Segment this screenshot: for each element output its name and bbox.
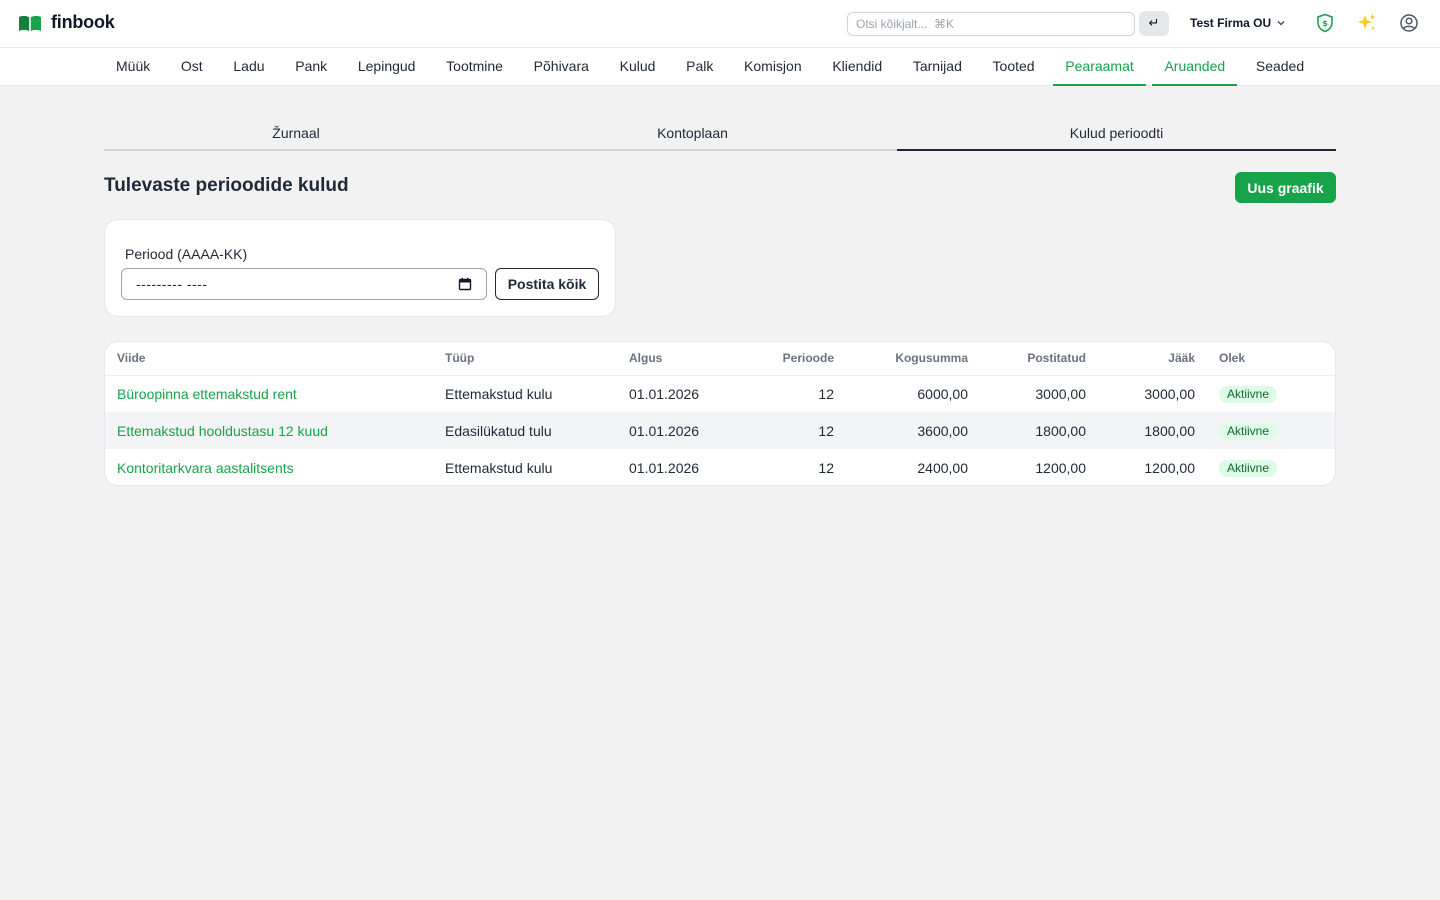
cell-type: Edasilükatud tulu — [445, 422, 552, 439]
nav-item-seaded[interactable]: Seaded — [1244, 48, 1316, 86]
cell-total: 6000,00 — [917, 385, 968, 402]
nav-item-muuk[interactable]: Müük — [104, 48, 162, 86]
tab-kontoplaan[interactable]: Kontoplaan — [488, 118, 897, 151]
nav-item-ladu[interactable]: Ladu — [221, 48, 276, 86]
calendar-icon[interactable] — [458, 277, 472, 291]
column-header-ref[interactable]: Viide — [105, 342, 433, 376]
svg-text:$: $ — [1322, 19, 1328, 28]
open-book-icon — [19, 15, 41, 31]
cell-posted: 3000,00 — [1035, 385, 1086, 402]
post-all-button[interactable]: Postita kõik — [495, 268, 599, 300]
cell-periods: 12 — [818, 385, 834, 402]
cell-total: 2400,00 — [917, 459, 968, 476]
nav-item-tooted[interactable]: Tooted — [981, 48, 1047, 86]
tab-kulud-perioodi[interactable]: Kulud perioodti — [897, 118, 1336, 151]
table-row[interactable]: Ettemakstud hooldustasu 12 kuud Edasilük… — [105, 412, 1335, 449]
cell-posted: 1200,00 — [1035, 459, 1086, 476]
column-header-type[interactable]: Tüüp — [433, 342, 617, 376]
status-badge: Aktiivne — [1219, 385, 1278, 403]
status-badge: Aktiivne — [1219, 422, 1278, 440]
column-header-total[interactable]: Kogusumma — [846, 342, 980, 376]
cell-remaining: 1800,00 — [1144, 422, 1195, 439]
cell-remaining: 1200,00 — [1144, 459, 1195, 476]
new-schedule-button[interactable]: Uus graafik — [1235, 172, 1336, 203]
nav-item-pohivara[interactable]: Põhivara — [522, 48, 601, 86]
period-label: Periood (AAAA-KK) — [125, 246, 248, 262]
nav-item-tootmine[interactable]: Tootmine — [434, 48, 515, 86]
table-row[interactable]: Kontoritarkvara aastalitsents Ettemakstu… — [105, 449, 1335, 485]
sparkles-icon[interactable] — [1356, 12, 1378, 34]
shield-dollar-icon[interactable]: $ — [1314, 12, 1336, 34]
nav-item-kulud[interactable]: Kulud — [608, 48, 668, 86]
status-badge: Aktiivne — [1219, 459, 1278, 477]
global-search-input[interactable] — [847, 12, 1135, 36]
schedules-table: Viide Tüüp Algus Perioode Kogusumma Post… — [105, 342, 1335, 485]
column-header-posted[interactable]: Postitatud — [980, 342, 1098, 376]
main-nav-items: Müük Ost Ladu Pank Lepingud Tootmine Põh… — [104, 48, 1323, 86]
nav-item-pank[interactable]: Pank — [283, 48, 339, 86]
cell-type: Ettemakstud kulu — [445, 459, 553, 476]
main-nav: Müük Ost Ladu Pank Lepingud Tootmine Põh… — [0, 48, 1440, 86]
schedule-ref-link[interactable]: Büroopinna ettemakstud rent — [117, 386, 297, 402]
app-name: finbook — [51, 12, 115, 32]
cell-start: 01.01.2026 — [629, 459, 700, 476]
top-bar: finbook ↵ Test Firma OU $ — [0, 0, 1440, 48]
period-month-input[interactable]: --------- ---- — [121, 268, 487, 300]
period-filter-card: Periood (AAAA-KK) --------- ---- Postita… — [104, 219, 616, 317]
schedule-ref-link[interactable]: Kontoritarkvara aastalitsents — [117, 460, 294, 476]
user-circle-icon[interactable] — [1398, 12, 1420, 34]
page-title: Tulevaste perioodide kulud — [104, 175, 349, 196]
tab-zurnaal[interactable]: Žurnaal — [104, 118, 488, 151]
nav-item-aruanded[interactable]: Aruanded — [1152, 48, 1238, 86]
nav-item-pearaamat[interactable]: Pearaamat — [1053, 48, 1146, 86]
chevron-down-icon — [1277, 21, 1285, 26]
nav-item-palk[interactable]: Palk — [674, 48, 725, 86]
company-name: Test Firma OU — [1190, 16, 1272, 30]
search-submit-button[interactable]: ↵ — [1139, 11, 1169, 36]
cell-total: 3600,00 — [917, 422, 968, 439]
company-switcher[interactable]: Test Firma OU — [1190, 16, 1286, 30]
ledger-tabs: Žurnaal Kontoplaan Kulud perioodti — [104, 118, 1336, 151]
column-header-start[interactable]: Algus — [617, 342, 727, 376]
schedule-ref-link[interactable]: Ettemakstud hooldustasu 12 kuud — [117, 423, 328, 439]
cell-remaining: 3000,00 — [1144, 385, 1195, 402]
nav-item-ost[interactable]: Ost — [169, 48, 215, 86]
cell-start: 01.01.2026 — [629, 385, 700, 402]
nav-item-komisjon[interactable]: Komisjon — [732, 48, 814, 86]
table-row[interactable]: Büroopinna ettemakstud rent Ettemakstud … — [105, 375, 1335, 412]
cell-start: 01.01.2026 — [629, 422, 700, 439]
table-header-row: Viide Tüüp Algus Perioode Kogusumma Post… — [105, 342, 1335, 376]
cell-periods: 12 — [818, 459, 834, 476]
nav-item-tarnijad[interactable]: Tarnijad — [901, 48, 974, 86]
nav-item-kliendid[interactable]: Kliendid — [820, 48, 894, 86]
nav-item-lepingud[interactable]: Lepingud — [346, 48, 428, 86]
period-value: --------- ---- — [136, 276, 208, 292]
column-header-status[interactable]: Olek — [1207, 342, 1335, 376]
column-header-remaining[interactable]: Jääk — [1098, 342, 1207, 376]
cell-posted: 1800,00 — [1035, 422, 1086, 439]
cell-periods: 12 — [818, 422, 834, 439]
schedules-table-card: Viide Tüüp Algus Perioode Kogusumma Post… — [104, 341, 1336, 486]
cell-type: Ettemakstud kulu — [445, 385, 553, 402]
column-header-periods[interactable]: Perioode — [727, 342, 846, 376]
logo[interactable]: finbook — [18, 12, 115, 33]
